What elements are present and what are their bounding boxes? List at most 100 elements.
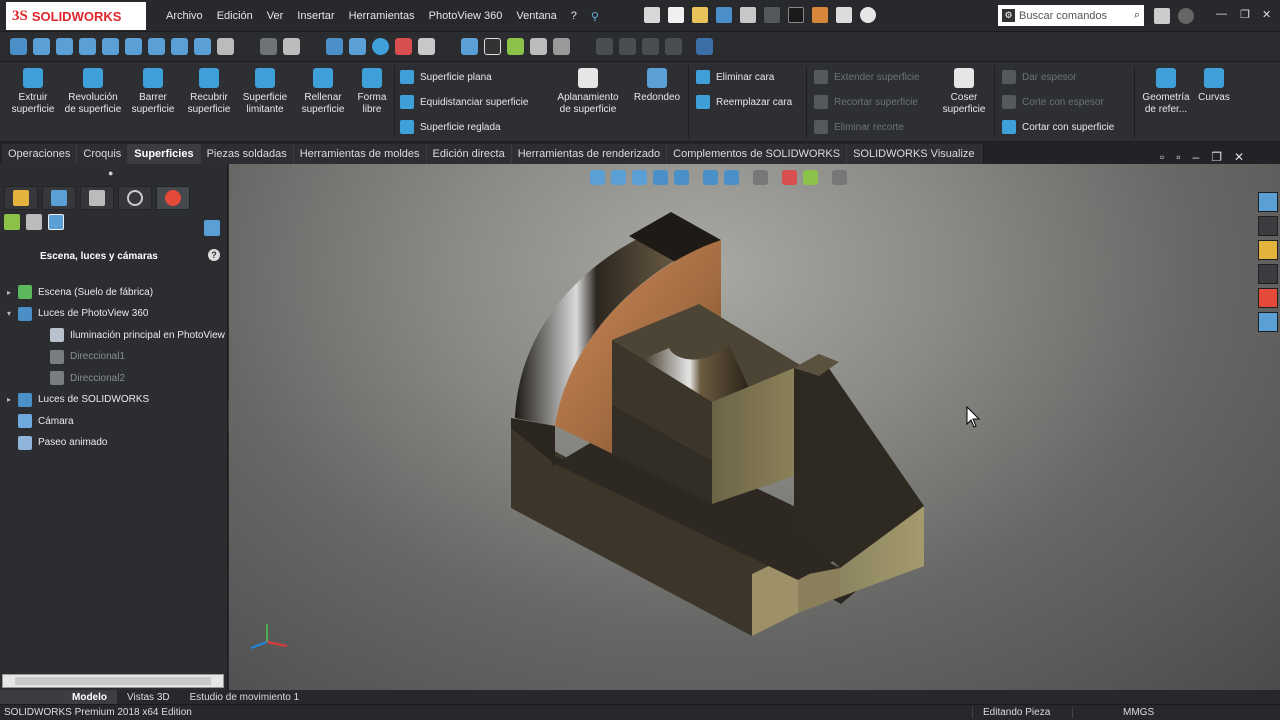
fill-surface-button[interactable]: Rellenar superficie — [298, 68, 348, 116]
delete-face-button[interactable]: Eliminar cara — [696, 70, 774, 84]
select-arrow-icon[interactable] — [788, 7, 804, 23]
tree-item[interactable]: Paseo animado — [0, 433, 228, 453]
fillet-button[interactable]: Redondeo — [630, 68, 684, 104]
tree-item[interactable]: Direccional1 — [0, 347, 228, 367]
undo-icon[interactable] — [764, 7, 780, 23]
view-top-icon[interactable] — [125, 38, 142, 55]
pattern2-icon[interactable] — [619, 38, 636, 55]
menu-herramientas[interactable]: Herramientas — [349, 10, 415, 22]
menu-ver[interactable]: Ver — [267, 10, 284, 22]
display-manager-tab[interactable] — [156, 186, 190, 210]
file-properties-icon[interactable] — [836, 7, 852, 23]
tab-operaciones[interactable]: Operaciones — [2, 144, 78, 164]
color-icon[interactable] — [507, 38, 524, 55]
tab-solidworks-visualize[interactable]: SOLIDWORKS Visualize — [847, 144, 982, 164]
menu-insertar[interactable]: Insertar — [297, 10, 334, 22]
view-settings-hud-icon[interactable] — [832, 170, 847, 185]
view-back-icon[interactable] — [56, 38, 73, 55]
extrude-surface-button[interactable]: Extruir superficie — [8, 68, 58, 116]
help-circle-icon[interactable]: ? — [208, 249, 220, 261]
graphics-area[interactable] — [229, 164, 1280, 690]
tab-croquis[interactable]: Croquis — [77, 144, 129, 164]
display-style-icon[interactable] — [349, 38, 366, 55]
bottom-tab-vistas-3d[interactable]: Vistas 3D — [117, 690, 180, 704]
tree-item[interactable]: Iluminación principal en PhotoView — [0, 325, 228, 345]
appearances-icon[interactable] — [4, 214, 20, 230]
scrollbar-thumb[interactable] — [15, 677, 211, 685]
expand-arrow-icon[interactable]: ▸ — [4, 395, 14, 404]
grid-icon[interactable] — [642, 38, 659, 55]
knit-surface-button[interactable]: Coser superficie — [938, 68, 990, 116]
pattern-icon[interactable] — [596, 38, 613, 55]
display-style-hud-icon[interactable] — [724, 170, 739, 185]
menu-photoview[interactable]: PhotoView 360 — [429, 10, 503, 22]
rotate-icon[interactable] — [372, 38, 389, 55]
tab-piezas-soldadas[interactable]: Piezas soldadas — [200, 144, 294, 164]
thicken-button[interactable]: Dar espesor — [1002, 70, 1076, 84]
view-left-icon[interactable] — [79, 38, 96, 55]
revolve-surface-button[interactable]: Revolución de superficie — [64, 68, 122, 116]
panel-options-icon[interactable] — [204, 220, 220, 236]
section-view-icon[interactable] — [260, 38, 277, 55]
search-input[interactable]: Buscar comandos — [1019, 10, 1107, 22]
untrim-surface-button[interactable]: Eliminar recorte — [814, 120, 904, 134]
scene-lights-cameras-icon[interactable] — [48, 214, 64, 230]
part-model[interactable] — [229, 164, 1280, 690]
extend-surface-button[interactable]: Extender superficie — [814, 70, 920, 84]
view-iso-icon[interactable] — [171, 38, 188, 55]
doc-close-icon[interactable]: ✕ — [1234, 150, 1244, 164]
previous-view-icon[interactable] — [632, 170, 647, 185]
nav-arrows[interactable] — [0, 690, 62, 704]
loft-surface-button[interactable]: Recubrir superficie — [184, 68, 234, 116]
dimxpert-tab[interactable] — [118, 186, 152, 210]
tree-item[interactable]: ▸ Escena (Suelo de fábrica) — [0, 282, 228, 302]
decals-icon[interactable] — [26, 214, 42, 230]
ruled-surface-button[interactable]: Superficie reglada — [400, 120, 501, 134]
replace-face-button[interactable]: Reemplazar cara — [696, 95, 792, 109]
horizontal-scrollbar[interactable] — [2, 674, 224, 688]
units-selector[interactable]: MMGS — [1072, 707, 1192, 718]
tree-item[interactable]: Cámara — [0, 411, 228, 431]
doc-maximize-icon[interactable]: ❐ — [1211, 150, 1222, 164]
tree-item[interactable]: ▸ Luces de SOLIDWORKS — [0, 390, 228, 410]
view-bottom-icon[interactable] — [148, 38, 165, 55]
restore-icon[interactable]: ❐ — [1240, 8, 1250, 21]
search-icon[interactable]: ⌕ — [1134, 9, 1140, 22]
view-front-icon[interactable] — [33, 38, 50, 55]
bottom-tab-estudio-de-movimiento-1[interactable]: Estudio de movimiento 1 — [180, 690, 310, 704]
solidworks-resources-icon[interactable] — [1258, 192, 1278, 212]
solidworks-logo[interactable]: 3S SOLIDWORKS — [6, 2, 146, 30]
search-scope-icon[interactable]: ⚙ — [1002, 9, 1015, 22]
new-document-icon[interactable] — [668, 7, 684, 23]
menu-ventana[interactable]: Ventana — [516, 10, 556, 22]
table-icon[interactable] — [665, 38, 682, 55]
view-normal-icon[interactable] — [194, 38, 211, 55]
trim-surface-button[interactable]: Recortar superficie — [814, 95, 918, 109]
view-right-icon[interactable] — [102, 38, 119, 55]
home-icon[interactable] — [644, 7, 660, 23]
expand-arrow-icon[interactable]: ▸ — [4, 288, 14, 297]
user-icon[interactable] — [1154, 8, 1170, 24]
zoom-fit-icon[interactable] — [590, 170, 605, 185]
panel-handle-dot[interactable]: ● — [108, 168, 113, 178]
freeform-button[interactable]: Forma libre — [352, 68, 392, 116]
feature-icon[interactable] — [326, 38, 343, 55]
pin-icon[interactable]: ⚲ — [591, 10, 599, 23]
mirror-icon[interactable] — [553, 38, 570, 55]
tab-complementos-de-solidworks[interactable]: Complementos de SOLIDWORKS — [667, 144, 848, 164]
text-icon[interactable] — [530, 38, 547, 55]
zoom-area-icon[interactable] — [611, 170, 626, 185]
apply-scene-hud-icon[interactable] — [803, 170, 818, 185]
surface-cut-button[interactable]: Cortar con superficie — [1002, 120, 1114, 134]
tab-herramientas-de-moldes[interactable]: Herramientas de moldes — [293, 144, 427, 164]
measure-icon[interactable] — [283, 38, 300, 55]
tree-item[interactable]: ▾ Luces de PhotoView 360 — [0, 304, 228, 324]
edit-appearance-hud-icon[interactable] — [782, 170, 797, 185]
boundary-surface-button[interactable]: Superficie limitante — [240, 68, 290, 116]
hide-show-hud-icon[interactable] — [753, 170, 768, 185]
file-explorer-icon[interactable] — [1258, 240, 1278, 260]
save-icon[interactable] — [716, 7, 732, 23]
brush-icon[interactable] — [217, 38, 234, 55]
menu-edicion[interactable]: Edición — [217, 10, 253, 22]
view-palette-icon[interactable] — [1258, 264, 1278, 284]
